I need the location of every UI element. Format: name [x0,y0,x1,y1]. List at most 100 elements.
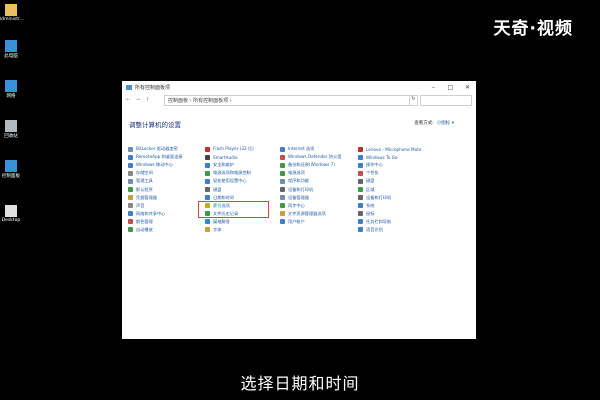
control-panel-item[interactable]: 颜色管理 [128,218,183,226]
item-label: 任务栏和导航 [366,218,392,224]
control-panel-item[interactable]: 网络和共享中心 [128,210,183,218]
control-panel-item[interactable]: 操作中心 [358,161,421,169]
item-icon [280,219,285,225]
item-label: 颜色管理 [136,218,153,224]
item-icon [128,187,133,193]
control-panel-item[interactable]: 程序和功能 [280,177,341,185]
control-panel-item[interactable]: 声音 [128,202,183,210]
item-icon [280,211,285,217]
item-label: 管理工具 [136,178,153,184]
minimize-button[interactable]: – [425,84,442,91]
item-icon [128,219,133,225]
item-icon [280,203,285,209]
desktop-icon[interactable]: 回收站 [0,120,22,139]
item-column: Flash Player (32 位) SmartAudio 安全和维护 电源选项和电… [205,145,254,234]
item-label: 系统 [366,202,375,208]
control-panel-item[interactable]: 默认程序 [128,185,183,193]
control-panel-item[interactable]: 任务栏和导航 [358,218,421,226]
view-by: 查看方式: 小图标 ▾ [414,120,454,126]
control-panel-item[interactable]: Windows Defender 防火墙 [280,153,341,161]
control-panel-item[interactable]: RemoteApp 和桌面连接 [128,153,183,161]
control-panel-item[interactable]: 电源选项和电源控制 [205,169,254,177]
desktop-icon[interactable]: 此电脑 [0,40,22,59]
item-label: 默认程序 [136,186,153,192]
control-panel-item[interactable]: 用户帐户 [280,218,341,226]
item-icon [205,162,210,168]
item-icon [358,227,363,233]
control-panel-item[interactable]: Flash Player (32 位) [205,145,254,153]
control-panel-item[interactable]: 同步中心 [280,202,341,210]
desktop-icon-label: Desktop [1,218,21,223]
item-icon [358,219,363,225]
item-label: 电源选项和电源控制 [213,170,251,176]
item-icon [280,154,285,160]
desktop-icon[interactable]: Administr... [0,4,24,22]
control-panel-item[interactable]: 设备和打印机 [358,194,421,202]
item-label: 个性化 [366,170,379,176]
view-by-dropdown[interactable]: 小图标 ▾ [437,121,454,126]
control-panel-item[interactable]: 设备和打印机 [280,185,341,193]
control-panel-item[interactable]: 疑难解答 [205,218,254,226]
control-panel-icon [5,160,17,172]
item-label: 设备和打印机 [366,194,392,200]
control-panel-item[interactable]: 字体 [205,226,254,234]
highlight-box [198,201,269,218]
item-icon [358,146,363,152]
control-panel-item[interactable]: 电源选项 [280,169,341,177]
control-panel-item [280,226,341,234]
item-label: Internet 选项 [288,146,315,152]
control-panel-item[interactable]: 存储空间 [128,169,183,177]
maximize-button[interactable]: □ [442,84,459,91]
item-icon [280,178,285,184]
item-icon [128,211,133,217]
control-panel-item[interactable]: BitLocker 驱动器加密 [128,145,183,153]
control-panel-item[interactable]: 鼠标 [358,210,421,218]
address-bar[interactable]: 控制面板 › 所有控制面板项 › [164,94,410,106]
control-panel-item[interactable]: 键盘 [205,185,254,193]
recycle-bin-icon [5,120,17,132]
item-label: Windows 移动中心 [136,162,173,168]
item-label: RemoteApp 和桌面连接 [136,154,183,160]
item-label: 网络和共享中心 [136,210,166,216]
desktop-icon[interactable]: 控制面板 [0,160,22,179]
item-label: Windows Defender 防火墙 [288,154,342,160]
control-panel-item[interactable]: SmartAudio [205,153,254,161]
title-bar: 所有控制面板项 – □ ✕ [122,81,476,94]
control-panel-item[interactable]: Windows 移动中心 [128,161,183,169]
item-icon [128,195,133,201]
control-panel-item[interactable]: 备份和还原(Windows 7) [280,161,341,169]
control-panel-item[interactable]: 区域 [358,185,421,193]
control-panel-item[interactable]: 键盘 [358,177,421,185]
desktop-icon[interactable]: Desktop [0,205,22,223]
subtitle: 选择日期和时间 [240,374,360,393]
item-label: 存储空间 [136,170,153,176]
close-button[interactable]: ✕ [459,84,476,91]
control-panel-item[interactable]: 个性化 [358,169,421,177]
file-icon [5,205,17,217]
control-panel-item[interactable]: 管理工具 [128,177,183,185]
control-panel-item[interactable]: 系统 [358,202,421,210]
item-icon [205,219,210,225]
item-label: 用户帐户 [288,218,305,224]
control-panel-item[interactable]: 轻松使用设置中心 [205,177,254,185]
nav-buttons[interactable]: ← → ↑ [122,97,164,103]
control-panel-item[interactable]: 凭据管理器 [128,194,183,202]
control-panel-item[interactable]: 安全和维护 [205,161,254,169]
search-input[interactable] [420,94,472,106]
item-label: 区域 [366,186,375,192]
control-panel-item[interactable]: Windows To Go [358,153,421,161]
control-panel-item[interactable]: Internet 选项 [280,145,341,153]
desktop-icon[interactable]: 网络 [0,80,22,99]
item-label: 鼠标 [366,210,375,216]
item-icon [358,195,363,201]
control-panel-item[interactable]: 语音识别 [358,226,421,234]
item-icon [280,227,285,233]
refresh-button[interactable]: ↻ [410,94,418,106]
control-panel-item[interactable]: 自动播放 [128,226,183,234]
item-icon [280,162,285,168]
control-panel-item[interactable]: 设备管理器 [280,194,341,202]
control-panel-item[interactable]: 文件资源管理器选项 [280,210,341,218]
item-icon [358,178,363,184]
control-panel-item[interactable]: Lenovo - Microphone Mute [358,145,421,153]
item-label: 日期和时间 [213,194,234,200]
